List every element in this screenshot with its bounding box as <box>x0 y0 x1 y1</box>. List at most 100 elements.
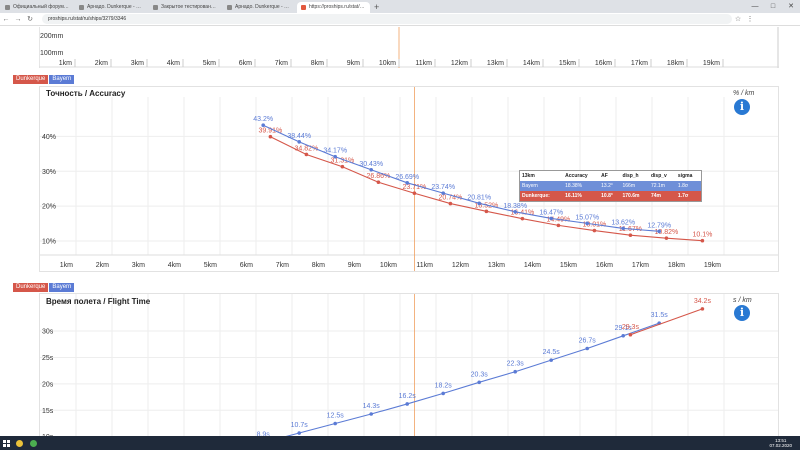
back-icon[interactable]: ← <box>0 16 12 23</box>
data-point <box>585 346 589 351</box>
x-tick-label: 17km <box>631 60 648 67</box>
data-point <box>405 181 410 185</box>
browser-tabbar: Официальный форум игры W... Арнадо. Dunk… <box>0 0 800 13</box>
data-label: 18.38% <box>503 203 527 210</box>
data-point <box>549 216 553 221</box>
data-point <box>333 421 338 426</box>
tooltip-header: disp_h <box>620 171 649 181</box>
y-tick-label: 10% <box>42 239 56 246</box>
data-label: 12.79% <box>647 222 671 229</box>
data-label: 14.3s <box>363 403 381 410</box>
os-taskbar: 13:51 07.02.2020 <box>0 436 800 450</box>
start-button[interactable] <box>0 436 12 450</box>
tooltip-header: Accuracy <box>563 171 600 181</box>
tab-favicon-icon <box>153 5 158 10</box>
data-point <box>412 191 417 196</box>
tooltip-cell: 13.2° <box>599 181 621 191</box>
browser-tab[interactable]: Арнадо. Dunkerque - Новости... <box>223 2 296 13</box>
info-icon[interactable]: i <box>734 305 750 321</box>
tooltip-cell: 1.8σ <box>675 181 701 191</box>
taskbar-app-icon[interactable] <box>12 436 26 450</box>
reload-icon[interactable]: ↻ <box>24 15 36 23</box>
x-tick-label: 13km <box>487 60 504 67</box>
browser-tab[interactable]: Арнадо. Dunkerque - Новости... <box>75 2 148 13</box>
tab-label: Закрытое тестирование: коне... <box>161 4 218 10</box>
y-axis-label: 100mm <box>40 50 64 57</box>
url-field[interactable]: proships.ru/stat/ru/ships/3279/3346 <box>42 14 732 24</box>
x-tick-label: 5km <box>204 262 217 269</box>
tooltip-row-bayern: Bayern 18.38% 13.2° 166m 72.1m 1.8σ <box>520 181 701 191</box>
data-label: 22.3s <box>507 361 525 368</box>
legend-item-dunkerque[interactable]: Dunkerque <box>13 75 49 84</box>
new-tab-button[interactable]: + <box>374 2 379 13</box>
data-point <box>520 216 525 221</box>
legend-item-bayern[interactable]: Bayern <box>49 283 75 292</box>
x-tick-label: 6km <box>239 60 252 67</box>
tab-favicon-icon <box>79 5 84 10</box>
data-point <box>556 223 561 228</box>
x-tick-label: 19km <box>704 262 721 269</box>
tab-favicon-icon <box>5 5 10 10</box>
data-label: 26.69% <box>395 174 419 181</box>
data-point <box>664 236 669 240</box>
x-tick-label: 4km <box>167 60 180 67</box>
star-icon[interactable]: ☆ <box>732 15 744 23</box>
menu-icon[interactable]: ⋮ <box>744 15 756 23</box>
browser-tab[interactable]: Закрытое тестирование: коне... <box>149 2 222 13</box>
x-tick-label: 2km <box>96 262 109 269</box>
tooltip-cell: 74m <box>648 191 676 201</box>
y-tick-label: 15s <box>42 408 54 415</box>
tooltip-cell: 16.11% <box>563 191 600 201</box>
data-label: 15.07% <box>575 214 599 221</box>
data-label: 16.47% <box>539 209 563 216</box>
x-tick-label: 10km <box>379 60 396 67</box>
browser-tab-active[interactable]: https://proships.ru/stat/ru/ships... <box>297 2 370 13</box>
tab-label: Арнадо. Dunkerque - Новости... <box>235 4 292 10</box>
data-point <box>628 233 633 238</box>
x-tick-label: 10km <box>380 262 397 269</box>
x-tick-label: 4km <box>168 262 181 269</box>
minimize-icon[interactable]: — <box>746 1 764 13</box>
x-tick-label: 8km <box>312 262 325 269</box>
maximize-icon[interactable]: □ <box>764 1 782 13</box>
close-icon[interactable]: ✕ <box>782 1 800 13</box>
flight-time-chart: 10s15s20s25s30s7.3s8.9s10.7s12.5s14.3s16… <box>40 294 778 450</box>
flight-time-panel: 10s15s20s25s30s7.3s8.9s10.7s12.5s14.3s16… <box>39 293 779 450</box>
data-point <box>628 332 633 337</box>
tooltip-row-dunkerque: Dunkerque: 16.11% 10.8° 170.6m 74m 1.7σ <box>520 191 701 201</box>
x-tick-label: 11km <box>415 60 432 67</box>
y-tick-label: 30s <box>42 329 54 336</box>
data-label: 31.5s <box>651 312 669 319</box>
x-tick-label: 18km <box>667 60 684 67</box>
system-clock[interactable]: 13:51 07.02.2020 <box>769 438 800 448</box>
data-point <box>513 369 517 374</box>
info-icon[interactable]: i <box>734 99 750 115</box>
y-axis-label: 200mm <box>40 33 64 40</box>
data-label: 16.2s <box>399 393 417 400</box>
data-label: 20.3s <box>471 371 489 378</box>
x-tick-label: 19km <box>703 60 720 67</box>
window-controls: — □ ✕ <box>746 1 800 13</box>
data-label: 12.5s <box>327 413 345 420</box>
data-point <box>513 210 517 214</box>
x-tick-label: 1km <box>60 262 73 269</box>
data-point <box>484 209 489 214</box>
data-label: 43.2% <box>253 116 273 123</box>
data-point <box>621 334 625 338</box>
legend-item-dunkerque[interactable]: Dunkerque <box>13 283 49 292</box>
data-label: 38.44% <box>287 133 311 140</box>
x-tick-label: 3km <box>131 60 144 67</box>
taskbar-app-icon[interactable] <box>26 436 40 450</box>
data-point <box>261 123 265 128</box>
y-tick-label: 40% <box>42 134 56 141</box>
data-label: 34.2s <box>694 298 712 305</box>
browser-tab[interactable]: Официальный форум игры W... <box>1 2 74 13</box>
tooltip-cell: Dunkerque: <box>520 191 564 201</box>
tooltip-cell: 1.7σ <box>675 191 701 201</box>
x-tick-label: 7km <box>276 262 289 269</box>
data-label: 20.81% <box>467 194 491 201</box>
legend-item-bayern[interactable]: Bayern <box>49 75 75 84</box>
forward-icon[interactable]: → <box>12 16 24 23</box>
x-tick-label: 1km <box>59 60 72 67</box>
data-label: 26.7s <box>579 337 597 344</box>
